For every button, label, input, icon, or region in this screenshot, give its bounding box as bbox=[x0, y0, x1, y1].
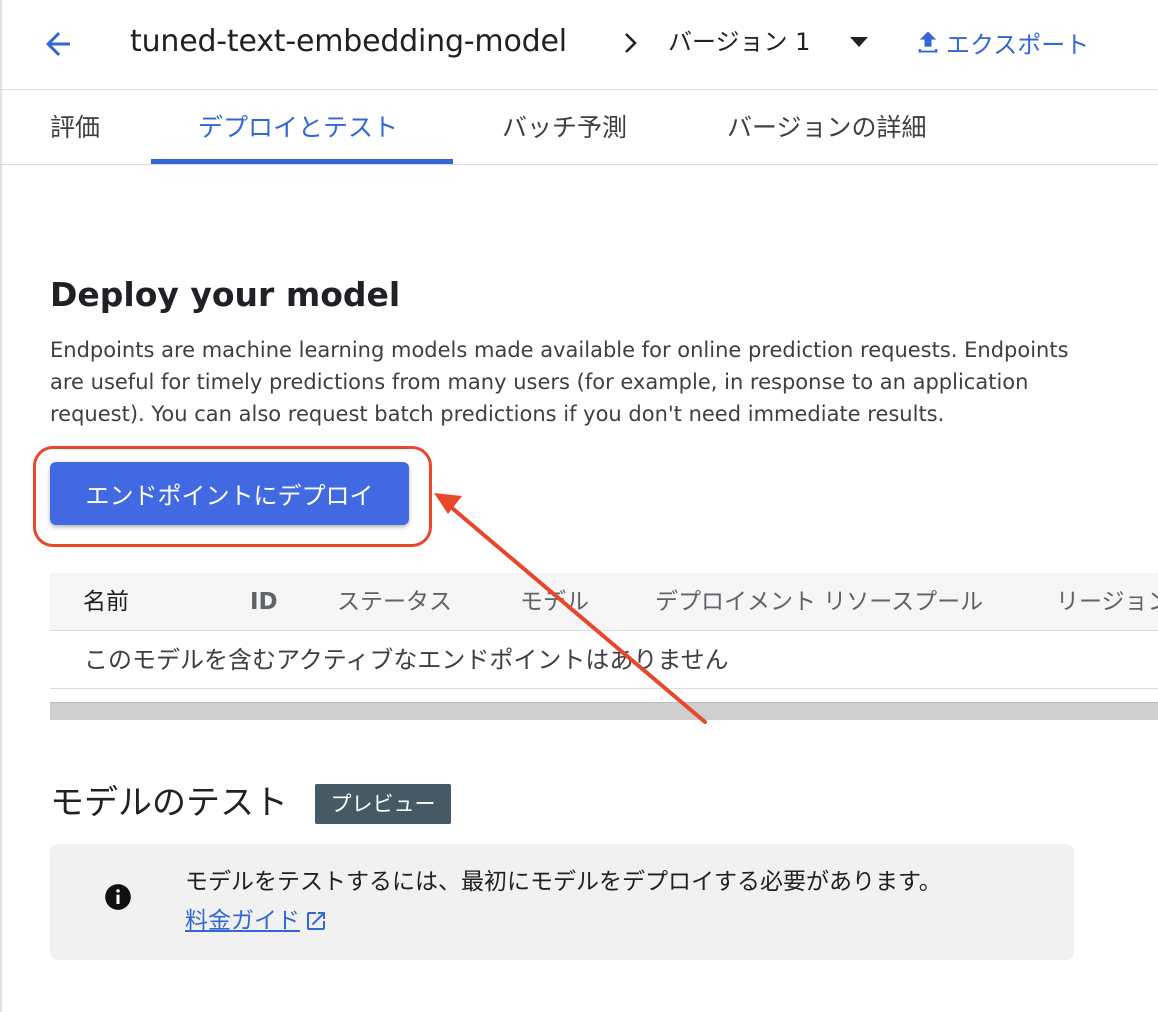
table-row: このモデルを含むアクティブなエンドポイントはありません bbox=[50, 631, 1158, 689]
column-header-status[interactable]: ステータス bbox=[337, 573, 452, 631]
tab-version-details[interactable]: バージョンの詳細 bbox=[727, 91, 927, 165]
endpoints-table: 名前 ID ステータス モデル デプロイメント リソースプール リージョン この… bbox=[50, 573, 1158, 689]
deploy-description: Endpoints are machine learning models ma… bbox=[50, 338, 1069, 426]
pricing-guide-link[interactable]: 料金ガイド bbox=[185, 903, 328, 939]
tab-deploy-and-test[interactable]: デプロイとテスト bbox=[198, 91, 398, 165]
tab-evaluation[interactable]: 評価 bbox=[50, 91, 100, 165]
table-header-row: 名前 ID ステータス モデル デプロイメント リソースプール リージョン bbox=[50, 573, 1158, 631]
preview-badge: プレビュー bbox=[315, 784, 451, 824]
column-header-id[interactable]: ID bbox=[250, 573, 278, 631]
info-icon bbox=[105, 884, 131, 910]
upload-icon bbox=[918, 31, 938, 53]
arrow-back-icon bbox=[46, 32, 70, 56]
page-header: tuned-text-embedding-model バージョン 1 エクスポー… bbox=[0, 0, 1158, 90]
pricing-guide-label: 料金ガイド bbox=[185, 908, 300, 934]
tab-bar: 評価 デプロイとテスト バッチ予測 バージョンの詳細 bbox=[0, 91, 1158, 165]
column-header-resource-pool[interactable]: デプロイメント リソースプール bbox=[655, 573, 983, 631]
info-callout: モデルをテストするには、最初にモデルをデプロイする必要があります。 料金ガイド bbox=[50, 844, 1074, 960]
annotation-highlight-box bbox=[33, 446, 432, 547]
open-in-new-icon bbox=[307, 912, 325, 930]
column-header-region[interactable]: リージョン bbox=[1056, 573, 1158, 631]
info-message: モデルをテストするには、最初にモデルをデプロイする必要があります。 bbox=[185, 869, 942, 895]
deploy-section-title: Deploy your model bbox=[50, 275, 401, 314]
back-button[interactable] bbox=[36, 22, 80, 66]
table-empty-message: このモデルを含むアクティブなエンドポイントはありません bbox=[84, 646, 729, 674]
active-tab-indicator bbox=[151, 159, 453, 164]
tab-batch-prediction[interactable]: バッチ予測 bbox=[502, 91, 627, 165]
horizontal-scrollbar[interactable] bbox=[50, 702, 1158, 720]
dropdown-caret-icon[interactable] bbox=[848, 35, 870, 49]
chevron-right-icon bbox=[625, 33, 637, 53]
model-title: tuned-text-embedding-model bbox=[130, 24, 567, 59]
export-button[interactable]: エクスポート bbox=[914, 24, 1089, 60]
export-label: エクスポート bbox=[946, 30, 1090, 59]
column-header-model[interactable]: モデル bbox=[520, 573, 589, 631]
test-section-title: モデルのテスト bbox=[50, 783, 288, 823]
version-label: バージョン 1 bbox=[668, 28, 811, 56]
column-header-name[interactable]: 名前 bbox=[83, 573, 129, 631]
